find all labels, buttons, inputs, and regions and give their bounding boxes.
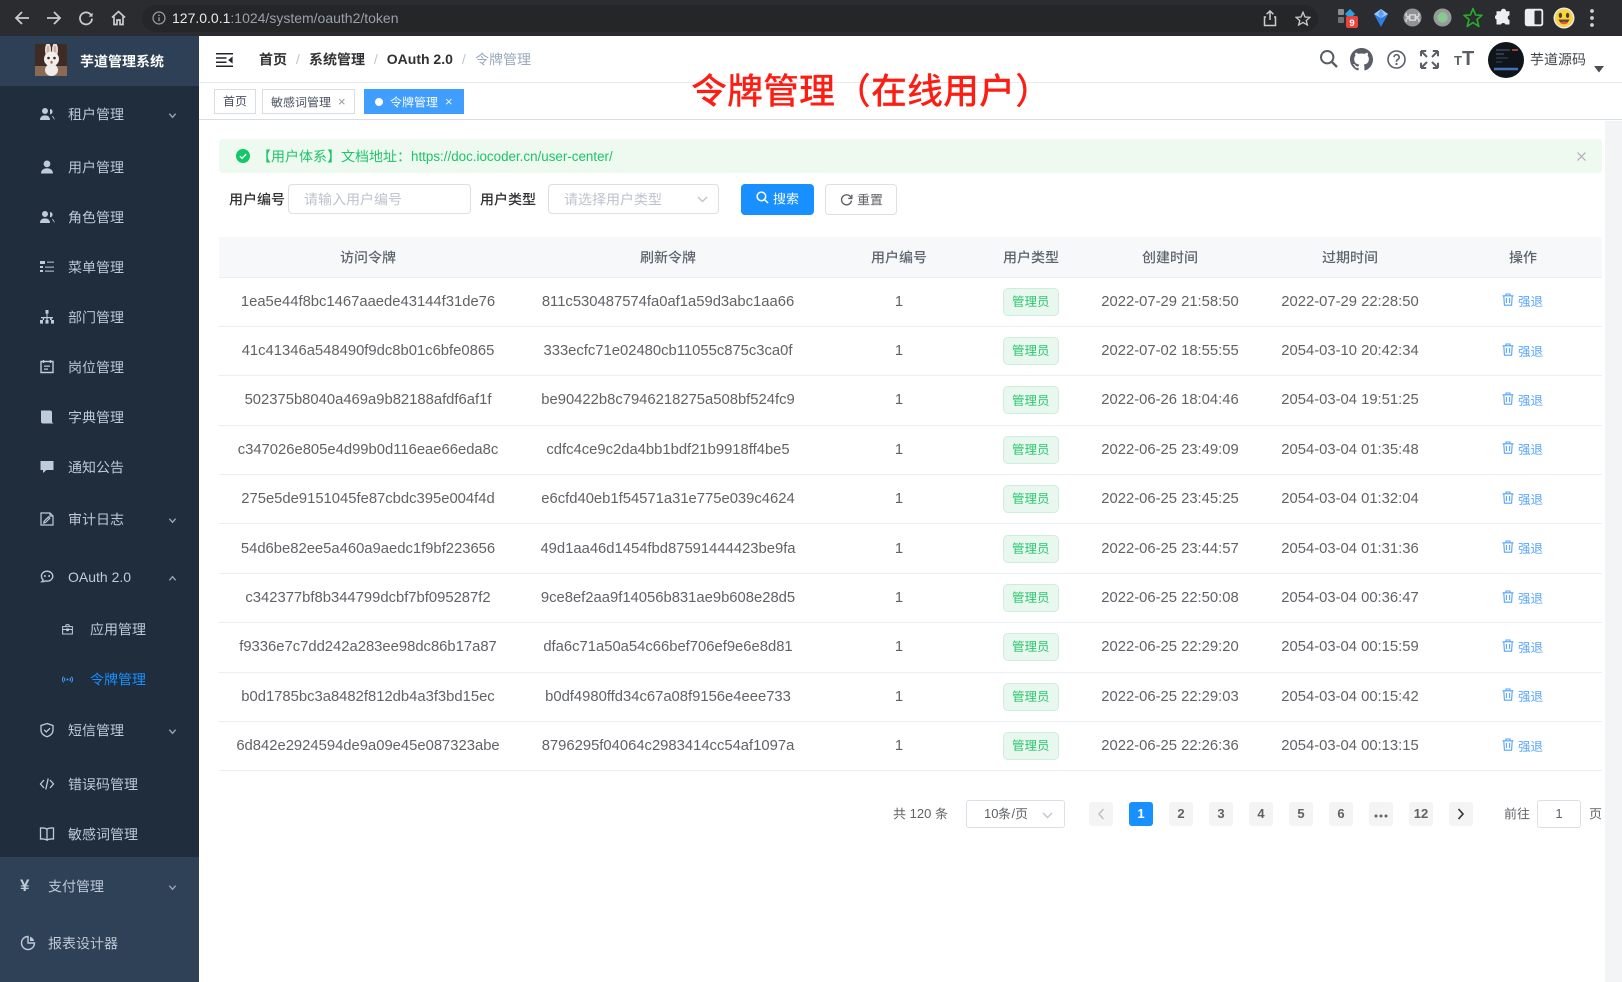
- svg-text:9: 9: [1349, 18, 1354, 29]
